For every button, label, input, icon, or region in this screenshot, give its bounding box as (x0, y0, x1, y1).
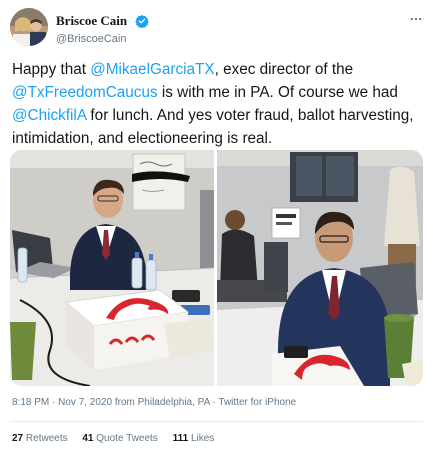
quote-tweets-stat[interactable]: 41 Quote Tweets (82, 433, 157, 444)
more-options-icon[interactable] (409, 12, 423, 26)
tweet-text: Happy that @MikaelGarciaTX, exec directo… (12, 58, 427, 150)
likes-count: 111 (172, 433, 189, 444)
divider (10, 421, 423, 422)
quotes-label: Quote Tweets (96, 433, 158, 444)
likes-stat[interactable]: 111 Likes (173, 433, 215, 444)
tweet-text-segment: , exec director of the (214, 61, 354, 78)
retweets-count: 27 (12, 433, 24, 444)
mention-txfreedomcaucus-link[interactable]: @TxFreedomCaucus (12, 84, 158, 101)
quotes-count: 41 (82, 433, 94, 444)
mention-mikaelgarciatx-link[interactable]: @MikaelGarciaTX (90, 61, 214, 78)
verified-badge-icon (134, 14, 149, 28)
photo-left[interactable] (10, 150, 215, 386)
mention-chickfila-link[interactable]: @ChickfilA (12, 107, 86, 124)
likes-label: Likes (190, 433, 215, 444)
tweet-text-segment: is with me in PA. Of course we had (157, 84, 398, 101)
user-handle[interactable]: @BriscoeCain (56, 33, 149, 45)
tweet-stats: 27 Retweets 41 Quote Tweets 111 Likes (12, 433, 226, 444)
retweets-label: Retweets (25, 433, 68, 444)
tweet-timestamp[interactable]: 8:18 PM · Nov 7, 2020 from Philadelphia,… (12, 397, 296, 408)
user-names: Briscoe Cain @BriscoeCain (56, 12, 149, 45)
tweet-card: Briscoe Cain @BriscoeCain Happy that @Mi… (0, 0, 433, 456)
photo-right[interactable] (217, 150, 423, 386)
tweet-text-segment: Happy that (12, 61, 91, 78)
media-photos (10, 150, 423, 386)
avatar[interactable] (10, 8, 48, 46)
tweet-media[interactable] (10, 150, 423, 386)
retweets-stat[interactable]: 27 Retweets (12, 433, 68, 444)
tweet-header: Briscoe Cain @BriscoeCain (10, 8, 423, 48)
avatar-photo (10, 8, 48, 46)
display-name[interactable]: Briscoe Cain (56, 13, 127, 29)
